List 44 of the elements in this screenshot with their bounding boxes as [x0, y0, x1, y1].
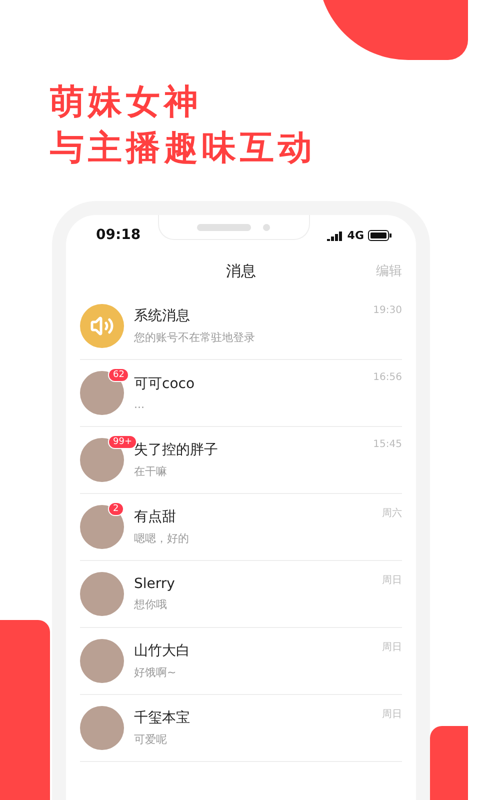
headline: 与主播趣味互动 — [50, 127, 317, 170]
message-preview: 嗯嗯，好的 — [134, 531, 190, 546]
message-preview: 可爱呢 — [134, 732, 168, 747]
message-row[interactable]: Slerry 想你哦 周日 — [80, 561, 402, 628]
avatar-photo-placeholder — [80, 572, 124, 616]
contact-name: 山竹大白 — [134, 642, 191, 660]
message-row[interactable]: 千玺本宝 可爱呢 周日 — [80, 695, 402, 762]
message-preview: 想你哦 — [134, 597, 168, 612]
message-row[interactable]: 62 可可coco ... 16:56 — [80, 360, 402, 427]
unread-count: 62 — [108, 368, 130, 382]
avatar-photo-placeholder — [80, 371, 124, 415]
message-preview: ... — [134, 398, 146, 411]
message-time: 16:56 — [373, 372, 402, 383]
message-preview: 您的账号不在常驻地登录 — [134, 330, 256, 345]
contact-name: 可可coco — [134, 375, 196, 393]
message-row[interactable]: 系统消息 您的账号不在常驻地登录 19:30 — [80, 293, 402, 360]
page-title: 消息 — [226, 262, 256, 280]
contact-name: 失了控的胖子 — [134, 441, 219, 459]
message-row[interactable]: 山竹大白 好饿啊~ 周日 — [80, 628, 402, 695]
avatar-photo-placeholder — [80, 706, 124, 750]
message-time: 19:30 — [373, 305, 402, 316]
message-time: 周日 — [382, 574, 402, 587]
contact-name: 系统消息 — [134, 307, 191, 325]
unread-count: 2 — [108, 502, 124, 516]
message-row[interactable]: 2 有点甜 嗯嗯，好的 周六 — [80, 494, 402, 561]
message-preview: 在干嘛 — [134, 464, 168, 479]
camera-dot — [263, 224, 270, 230]
contact-name: Slerry — [134, 576, 176, 592]
contact-name: 千玺本宝 — [134, 709, 191, 727]
avatar-photo-placeholder — [80, 639, 124, 683]
speaker-grille — [197, 224, 252, 230]
message-time: 15:45 — [373, 439, 402, 450]
message-preview: 好饿啊~ — [134, 665, 178, 680]
speaker-icon — [80, 304, 124, 348]
status-time: 09:18 — [96, 227, 141, 243]
signal-icon — [327, 230, 344, 240]
battery-icon — [368, 230, 392, 241]
message-time: 周日 — [382, 641, 402, 654]
message-time: 周六 — [382, 506, 402, 520]
message-time: 周日 — [382, 708, 402, 721]
avatar-photo-placeholder — [80, 505, 124, 549]
contact-name: 有点甜 — [134, 508, 177, 526]
network-label: 4G — [347, 229, 364, 242]
headline: 萌妹女神 — [50, 81, 203, 124]
